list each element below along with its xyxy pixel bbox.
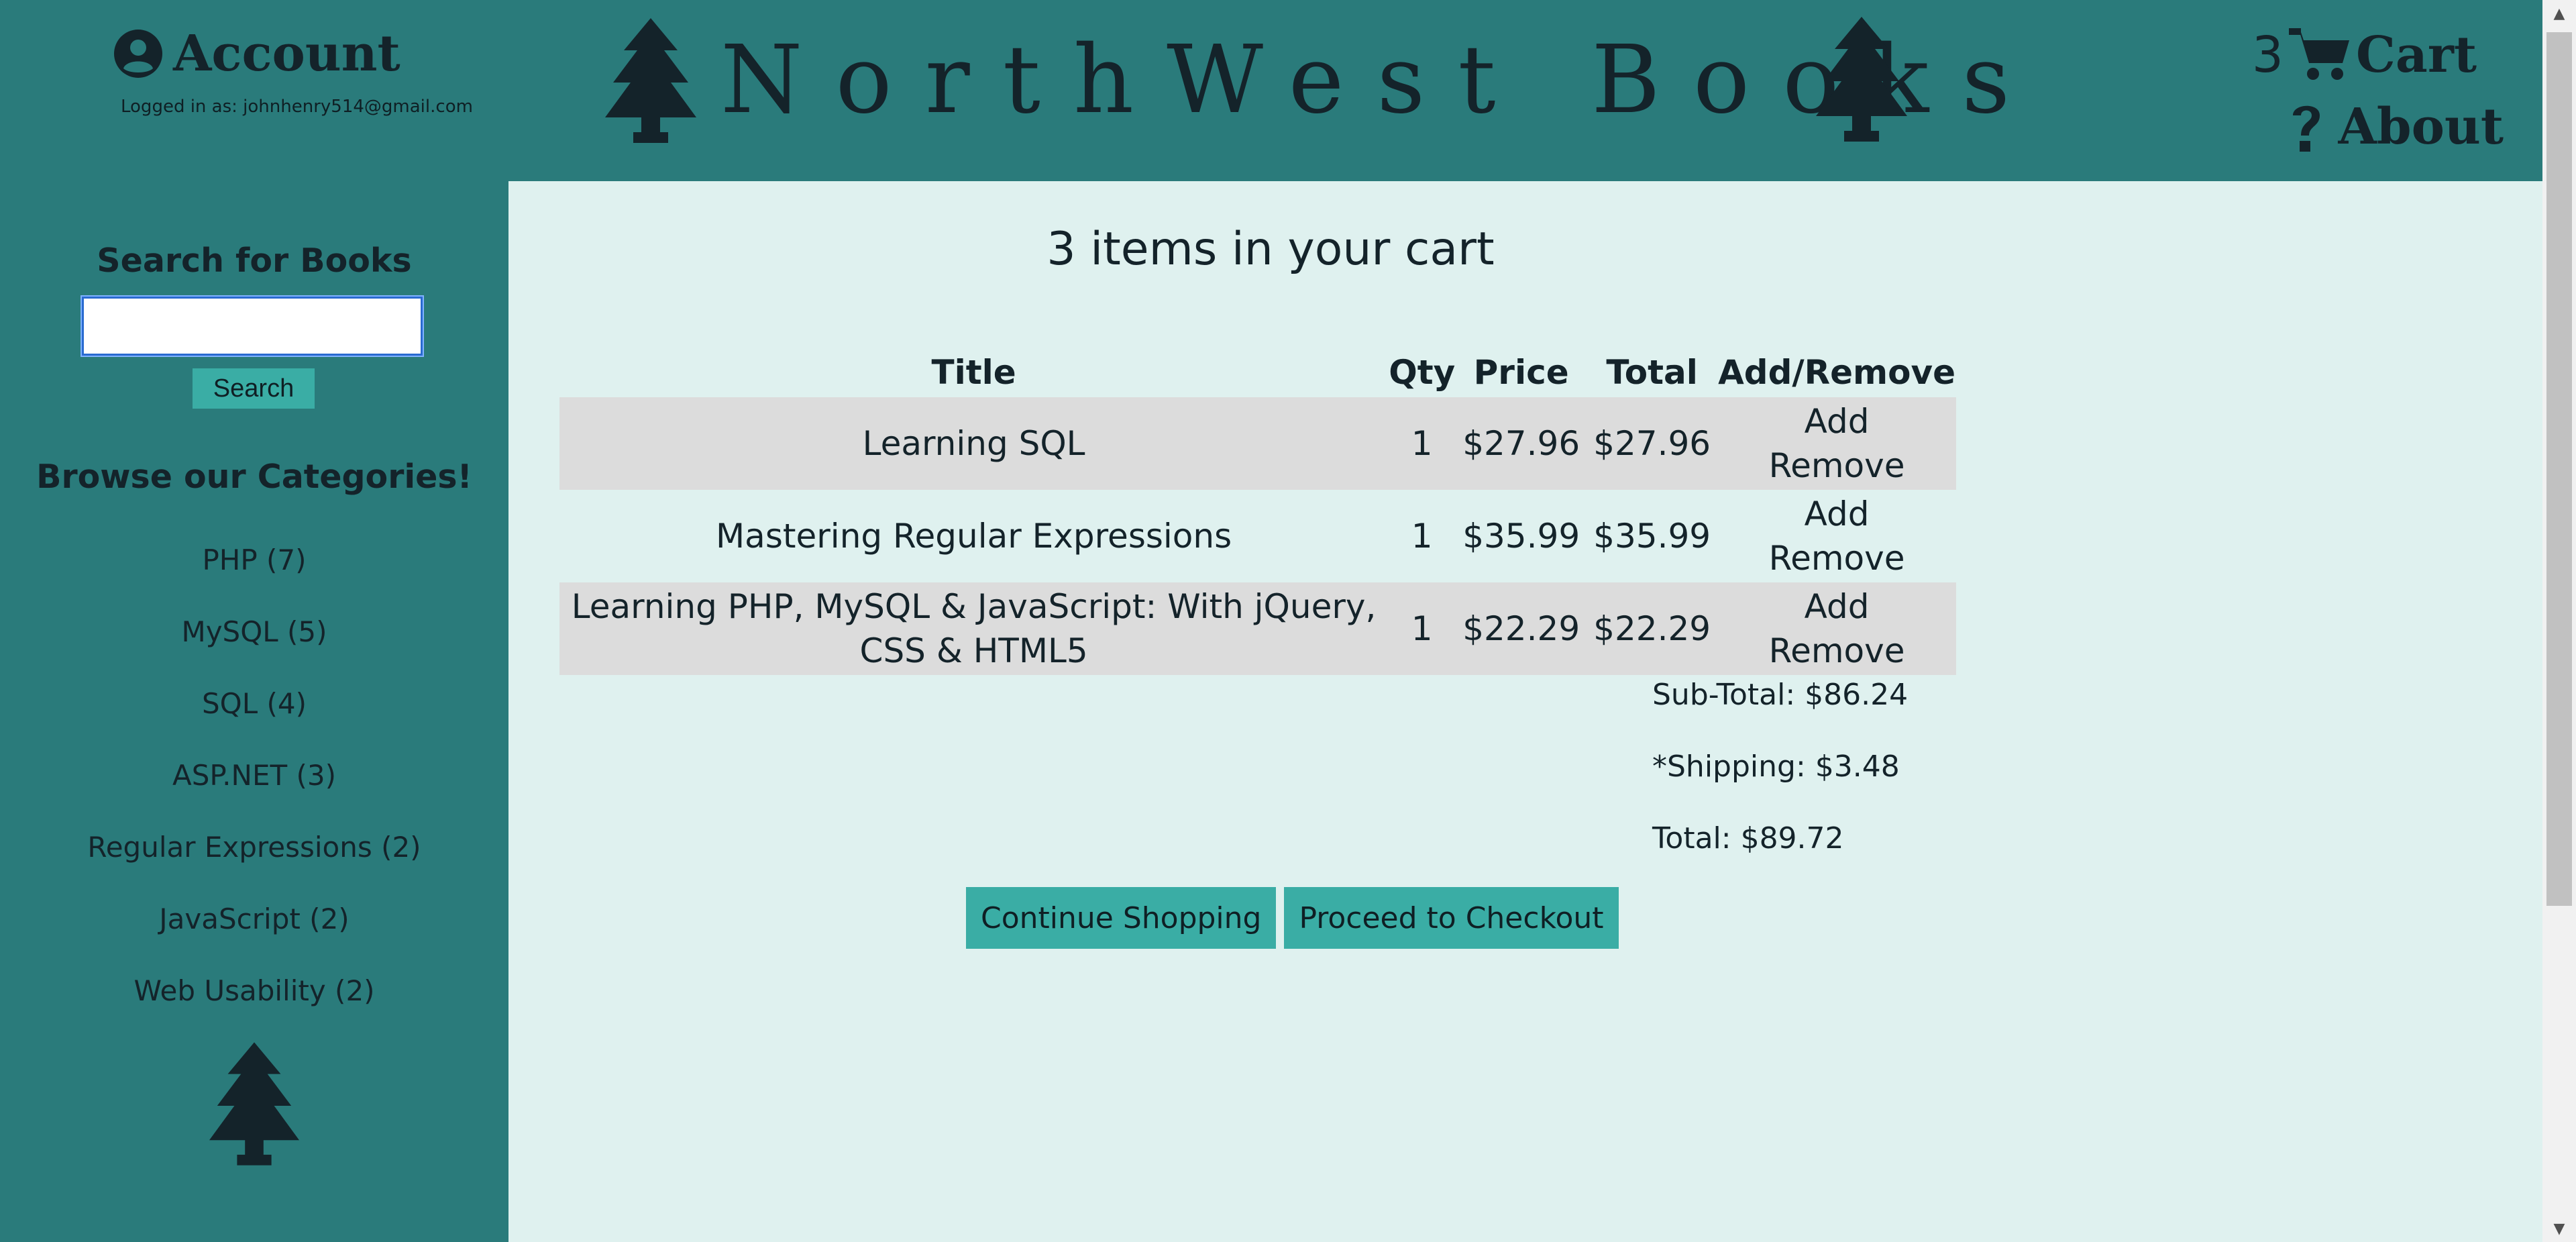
category-link[interactable]: SQL (4) [0,687,508,759]
scroll-thumb[interactable] [2546,32,2572,906]
categories-heading: Browse our Categories! [36,458,472,496]
category-link[interactable]: JavaScript (2) [0,902,508,974]
cart-content: 3 items in your cart Title Qty Price Tot… [508,181,2542,1242]
category-list: PHP (7) MySQL (5) SQL (4) ASP.NET (3) Re… [0,544,508,1046]
user-circle-icon [114,30,162,78]
search-button[interactable]: Search [193,368,315,409]
cart-table: Title Qty Price Total Add/Remove Learnin… [559,322,1956,675]
table-row: Learning PHP, MySQL & JavaScript: With j… [559,582,1956,675]
category-link[interactable]: Regular Expressions (2) [0,831,508,902]
scroll-up-arrow-icon[interactable]: ▲ [2542,0,2576,27]
column-header-price: Price [1473,353,1569,392]
remove-link[interactable]: Remove [1724,444,1949,488]
item-price: $35.99 [1462,517,1580,556]
shipping-text: *Shipping: $3.48 [1652,749,1900,784]
pine-tree-icon [1816,17,1907,142]
search-input[interactable] [80,295,424,357]
logged-in-text: Logged in as: johnhenry514@gmail.com [121,97,473,117]
column-header-qty: Qty [1389,353,1456,392]
remove-link[interactable]: Remove [1724,536,1949,580]
category-link[interactable]: MySQL (5) [0,615,508,687]
about-link[interactable]: About [2289,101,2504,153]
item-price: $27.96 [1456,397,1587,490]
account-label: Account [173,25,400,83]
add-remove-cell: Add Remove [1717,490,1956,582]
table-header-row: Title Qty Price Total Add/Remove [559,322,1956,397]
item-total: $35.99 [1593,517,1711,556]
item-qty: 1 [1388,397,1456,490]
account-link[interactable]: Account [113,28,400,79]
item-price: $22.29 [1456,582,1587,675]
cart-link[interactable]: 3 Cart [2252,28,2477,82]
item-qty: 1 [1388,582,1456,675]
item-total: $27.96 [1587,397,1718,490]
scroll-down-arrow-icon[interactable]: ▼ [2542,1215,2576,1242]
item-title: Mastering Regular Expressions [716,517,1232,556]
continue-shopping-button[interactable]: Continue Shopping [966,887,1277,949]
cart-count: 3 [2251,26,2284,84]
question-icon [2292,105,2320,152]
site-header: Account Logged in as: johnhenry514@gmail… [0,0,2542,181]
cart-icon [2288,28,2349,80]
sidebar: Search for Books Search Browse our Categ… [0,181,508,1242]
item-title: Learning PHP, MySQL & JavaScript: With j… [559,582,1389,675]
item-title: Learning SQL [559,397,1389,490]
category-link[interactable]: Web Usability (2) [0,974,508,1046]
search-heading: Search for Books [97,242,412,280]
cart-actions: Continue Shopping Proceed to Checkout [966,887,1619,949]
checkout-button[interactable]: Proceed to Checkout [1284,887,1619,949]
order-totals: Sub-Total: $86.24 *Shipping: $3.48 Total… [1652,678,1908,893]
category-link[interactable]: PHP (7) [0,544,508,615]
item-qty: 1 [1411,517,1433,556]
about-label: About [2338,98,2504,156]
pine-tree-icon [209,1042,300,1166]
add-remove-cell: Add Remove [1717,397,1956,490]
table-row: Learning SQL 1 $27.96 $27.96 Add Remove [559,397,1956,490]
subtotal-text: Sub-Total: $86.24 [1652,678,1909,712]
pine-tree-icon [605,18,696,143]
add-link[interactable]: Add [1724,492,1949,536]
cart-label: Cart [2355,26,2477,84]
add-link[interactable]: Add [1724,584,1949,629]
table-row: Mastering Regular Expressions 1 $35.99 $… [559,490,1956,582]
column-header-title: Title [931,353,1016,392]
add-link[interactable]: Add [1724,399,1949,444]
grand-total-text: Total: $89.72 [1652,821,1844,856]
column-header-add-remove: Add/Remove [1718,353,1955,392]
column-header-total: Total [1606,353,1698,392]
remove-link[interactable]: Remove [1724,629,1949,673]
add-remove-cell: Add Remove [1717,582,1956,675]
cart-heading: 3 items in your cart [1046,223,1495,276]
vertical-scrollbar[interactable]: ▲ ▼ [2542,0,2576,1242]
item-total: $22.29 [1587,582,1718,675]
category-link[interactable]: ASP.NET (3) [0,759,508,831]
